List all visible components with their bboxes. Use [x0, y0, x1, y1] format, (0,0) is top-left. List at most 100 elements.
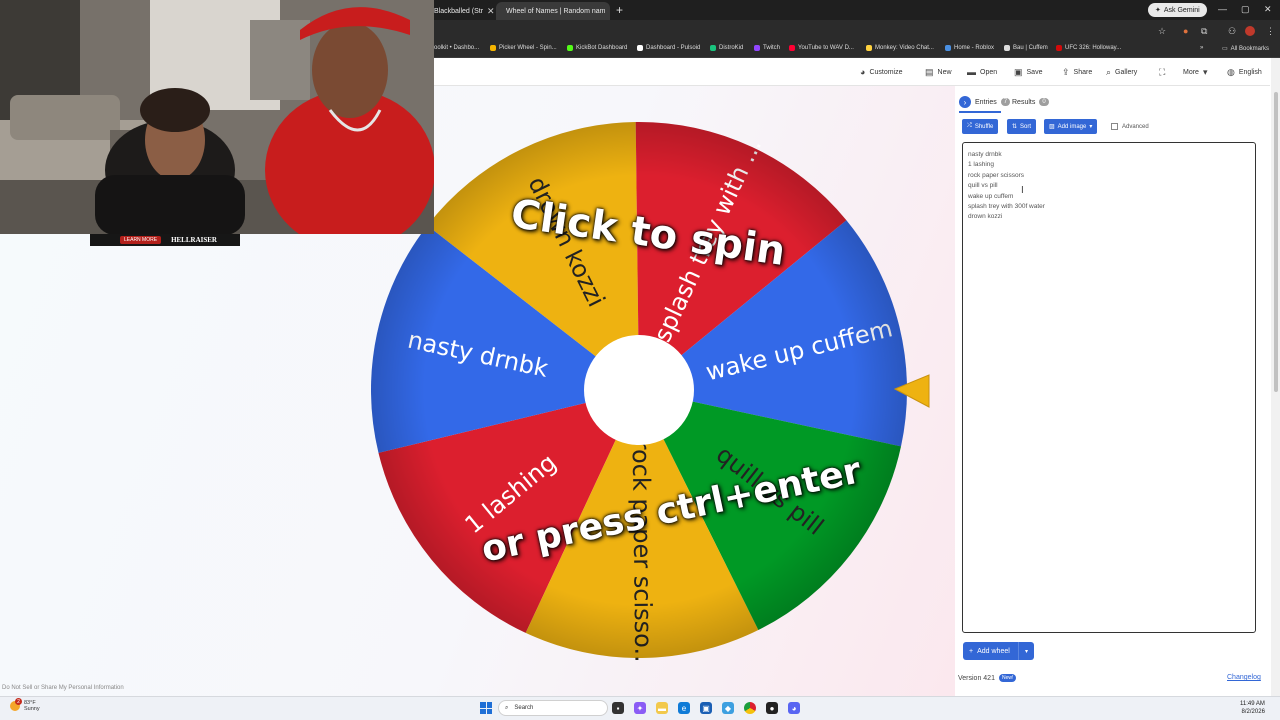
sparkle-icon: ✦	[1155, 7, 1161, 14]
minimize-icon[interactable]: —	[1218, 4, 1227, 14]
add-image-button[interactable]: ▨ Add image ▾	[1044, 119, 1098, 134]
sponsor-banner: LEARN MORE HELLRAISER	[90, 234, 240, 246]
add-wheel-dropdown-icon[interactable]: ▾	[1018, 642, 1034, 660]
advanced-checkbox[interactable]: Advanced	[1111, 123, 1149, 130]
profile-icon[interactable]: ⚇	[1228, 26, 1236, 37]
language-label: English	[1238, 69, 1262, 76]
bookmark-favicon-icon	[1004, 45, 1010, 51]
entry-line: quill vs pill	[968, 182, 998, 190]
bookmark-item[interactable]: oolkit • Dashbo...	[434, 45, 479, 51]
menu-kebab-icon[interactable]: ⋮	[1266, 26, 1275, 37]
system-clock[interactable]: 11:49 AM 8/2/2026	[1240, 700, 1265, 716]
checkbox[interactable]	[1111, 123, 1118, 130]
entry-line: rock paper scissors	[968, 171, 1024, 179]
entries-textarea[interactable]: nasty drnbk 1 lashing rock paper scissor…	[962, 142, 1256, 633]
gallery-button[interactable]: ⌕ Gallery	[1106, 67, 1137, 78]
bookmark-item[interactable]: Bau | Cuffem	[1004, 45, 1048, 51]
bookmark-item[interactable]: Dashboard - Pulsoid	[637, 45, 700, 51]
weather-widget[interactable]: 2 83°F Sunny	[10, 698, 40, 712]
bookmark-label: Dashboard - Pulsoid	[646, 45, 701, 51]
shuffle-button[interactable]: ⤮ Shuffle	[962, 119, 999, 134]
edge-icon[interactable]: e	[678, 702, 690, 714]
bookmark-item[interactable]: YouTube to WAV D...	[789, 45, 854, 51]
obs-icon[interactable]: ●	[766, 702, 778, 714]
copilot-icon[interactable]: ✦	[634, 702, 646, 714]
tab-title: Wheel of Names | Random nam	[506, 7, 606, 15]
notification-badge: 2	[15, 698, 22, 705]
all-bookmarks-button[interactable]: ▭ All Bookmarks	[1222, 45, 1269, 53]
file-explorer-icon[interactable]: ▬	[656, 702, 668, 714]
save-label: Save	[1026, 69, 1043, 76]
bookmark-item[interactable]: UFC 326: Holloway...	[1056, 45, 1121, 51]
sort-label: Sort	[1020, 123, 1032, 130]
star-icon[interactable]: ☆	[1158, 26, 1166, 37]
bookmark-favicon-icon	[1056, 45, 1062, 51]
new-badge: New!	[998, 674, 1017, 682]
recording-extension-icon[interactable]	[1245, 26, 1255, 36]
extension-icon[interactable]: ●	[1183, 26, 1188, 36]
wheel-center-hub[interactable]	[584, 335, 694, 445]
palette-icon: ◕	[860, 67, 866, 77]
chevron-down-icon: ▾	[1202, 67, 1208, 77]
share-button[interactable]: ⇪ Share	[1062, 67, 1092, 78]
tab-results[interactable]: Results 0	[1012, 98, 1049, 106]
close-tab-icon[interactable]: ✕	[609, 6, 610, 17]
tab-entries[interactable]: › Entries 7	[959, 96, 1011, 108]
results-count-badge: 0	[1039, 98, 1049, 106]
taskbar-search[interactable]: ⌕ Search	[498, 700, 608, 716]
bookmark-item[interactable]: Home - Roblox	[945, 45, 994, 51]
ask-gemini-label: Ask Gemini	[1163, 6, 1200, 14]
wheel[interactable]: 1 lashingnasty drnbkdrown kozzisplash tr…	[369, 120, 909, 660]
chrome-icon[interactable]	[744, 702, 756, 714]
bookmark-item[interactable]: Twitch	[754, 45, 780, 51]
share-label: Share	[1073, 69, 1093, 76]
bookmark-favicon-icon	[945, 45, 951, 51]
bookmark-item[interactable]: Monkey: Video Chat...	[866, 45, 934, 51]
maximize-icon[interactable]: ▢	[1241, 4, 1250, 15]
add-wheel-main[interactable]: + Add wheel	[963, 648, 1018, 655]
folder-open-icon: ▬	[967, 67, 976, 77]
scrollbar-thumb[interactable]	[1274, 92, 1278, 392]
new-button[interactable]: ▤ New	[925, 67, 952, 78]
tab-blackballed[interactable]: Blackballed (Str ✕	[428, 2, 494, 20]
changelog-link[interactable]: Changelog	[1227, 674, 1261, 681]
tab-wheel-of-names[interactable]: Wheel of Names | Random nam ✕	[496, 2, 610, 20]
open-button[interactable]: ▬ Open	[967, 67, 997, 77]
task-view-icon[interactable]: ▪	[612, 702, 624, 714]
windows-start-icon[interactable]	[480, 702, 492, 714]
bookmark-item[interactable]: DistroKid	[710, 45, 743, 51]
bookmark-item[interactable]: Picker Wheel - Spin...	[490, 45, 557, 51]
close-window-icon[interactable]: ✕	[1264, 4, 1272, 15]
close-tab-icon[interactable]: ✕	[487, 6, 494, 17]
sort-button[interactable]: ⇅ Sort	[1007, 119, 1037, 134]
open-label: Open	[980, 68, 998, 76]
save-button[interactable]: ▣ Save	[1014, 67, 1042, 78]
bookmarks-overflow-icon[interactable]: »	[1200, 45, 1203, 51]
app-icon[interactable]: ◆	[722, 702, 734, 714]
fullscreen-icon: ⛶	[1159, 67, 1166, 77]
add-wheel-button[interactable]: + Add wheel ▾	[963, 642, 1034, 660]
bookmark-label: YouTube to WAV D...	[798, 45, 854, 51]
ask-gemini-button[interactable]: ✦ Ask Gemini	[1148, 3, 1207, 17]
new-label: New	[937, 69, 952, 76]
entry-line: drown kozzi	[968, 213, 1003, 221]
customize-button[interactable]: ◕ Customize	[860, 67, 903, 77]
entries-count-badge: 7	[1000, 98, 1011, 106]
extensions-puzzle-icon[interactable]: ⧉	[1201, 26, 1207, 37]
fullscreen-button[interactable]: ⛶	[1159, 67, 1165, 78]
more-button[interactable]: More ▾	[1183, 67, 1207, 78]
discord-icon[interactable]: ◕	[788, 702, 800, 714]
language-button[interactable]: ◍ English	[1227, 67, 1262, 78]
wheel-graphic[interactable]: 1 lashingnasty drnbkdrown kozzisplash tr…	[369, 120, 909, 660]
new-tab-icon[interactable]: +	[616, 3, 623, 17]
collapse-panel-icon[interactable]: ›	[959, 96, 971, 108]
customize-label: Customize	[869, 68, 903, 76]
learn-more-button[interactable]: LEARN MORE	[120, 236, 162, 244]
search-icon: ⌕	[505, 704, 509, 711]
bookmark-label: UFC 326: Holloway...	[1065, 45, 1122, 51]
bookmark-item[interactable]: KickBot Dashboard	[567, 45, 627, 51]
store-icon[interactable]: ▣	[700, 702, 712, 714]
privacy-link[interactable]: Do Not Sell or Share My Personal Informa…	[2, 685, 124, 691]
clock-date: 8/2/2026	[1241, 709, 1265, 715]
version-info: Version 421 New!	[958, 674, 1017, 682]
